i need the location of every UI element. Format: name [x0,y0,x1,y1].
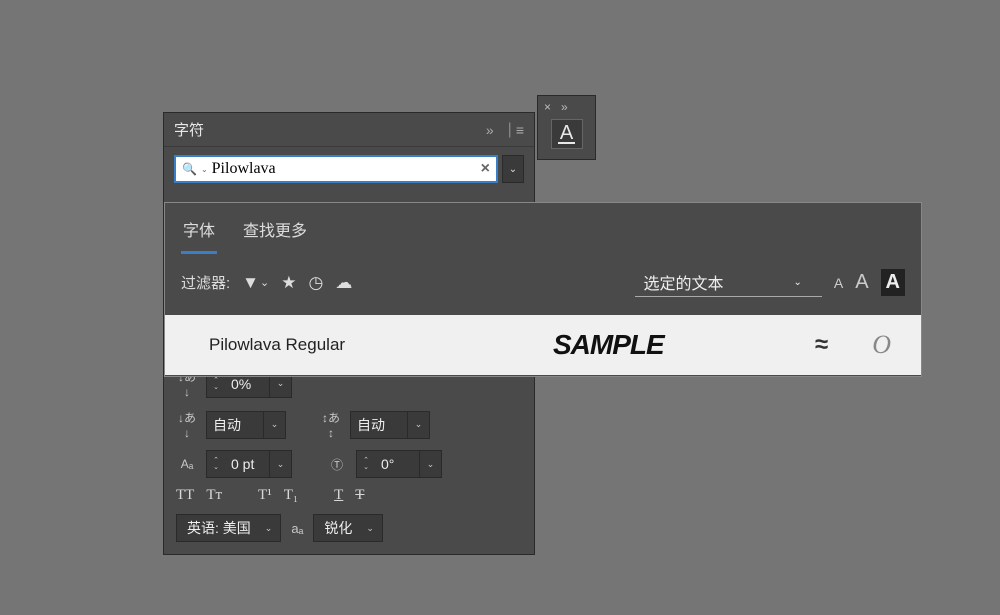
sample-text-label: 选定的文本 [643,270,723,294]
sample-size-small[interactable]: A [834,275,843,291]
font-result-item[interactable]: Pilowlava Regular SAMPLE ≈ O [165,315,921,375]
kerning-value[interactable]: 自动 [207,415,263,435]
strikethrough-button[interactable]: T [355,487,364,504]
sample-size-medium[interactable]: A [855,271,868,294]
baseline-shift-icon: Aₐ [176,457,198,471]
favorite-star-icon[interactable]: ★ [281,273,296,293]
tab-find-more[interactable]: 查找更多 [241,211,309,254]
antialias-value: 锐化 [324,518,352,538]
panel-title: 字符 [174,119,486,140]
font-result-name: Pilowlava Regular [187,335,537,355]
clear-search-icon[interactable]: × [481,160,490,178]
baseline-pt-stepper[interactable]: ⌃⌄ 0 pt ⌄ [206,450,292,478]
antialias-select[interactable]: 锐化 ⌄ [313,514,383,542]
tracking-icon: ↕あ↕ [320,409,342,440]
kerning-icon: ↓あ↓ [176,409,198,440]
text-tool-icon: A [558,124,575,144]
font-search-input[interactable] [212,160,477,178]
panel-menu-icon[interactable]: ≡ [516,122,524,138]
search-icon: 🔍 [182,162,197,176]
subscript-button[interactable]: T₁ [284,487,298,504]
baseline-pt-value[interactable]: 0 pt [225,456,269,472]
filter-funnel-icon[interactable]: ▼ [242,273,269,293]
rotation-stepper[interactable]: ⌃⌄ 0° ⌄ [356,450,442,478]
recent-clock-icon[interactable]: ◷ [308,273,323,293]
tracking-value[interactable]: 自动 [351,415,407,435]
language-select[interactable]: 英语: 美国 ⌄ [176,514,281,542]
smallcaps-button[interactable]: Tᴛ [206,487,222,504]
font-result-sample: SAMPLE [553,329,799,361]
font-dropdown-toggle[interactable]: ⌄ [502,155,524,183]
chevron-down-icon: ⌄ [265,523,273,534]
mini-panel: × » A [537,95,596,160]
antialias-icon: aₐ [291,521,303,536]
allcaps-button[interactable]: TT [176,487,194,504]
cloud-sync-icon[interactable]: ☁ [335,273,352,293]
text-tool-button[interactable]: A [551,119,583,149]
search-filter-chevron-icon[interactable]: ⌄ [201,165,208,174]
tab-fonts[interactable]: 字体 [181,211,217,254]
font-search-input-wrapper[interactable]: 🔍 ⌄ × [174,155,498,183]
underline-button[interactable]: T [334,487,343,504]
font-similar-icon[interactable]: ≈ [815,331,828,359]
baseline-pct-value[interactable]: 0% [225,376,269,392]
panel-collapse-icon[interactable]: » [486,122,494,138]
chevron-down-icon: ⌄ [509,164,517,175]
tracking-stepper[interactable]: 自动 ⌄ [350,411,430,439]
language-value: 英语: 美国 [187,518,251,538]
rotation-value[interactable]: 0° [375,456,419,472]
sample-size-large[interactable]: A [881,269,905,296]
filter-label: 过滤器: [181,272,230,293]
chevron-down-icon: ⌄ [366,523,374,534]
expand-icon[interactable]: » [561,100,568,114]
font-variant-indicator: O [872,330,891,360]
rotation-icon: Ⓣ [326,456,348,473]
sample-text-select[interactable]: 选定的文本 ⌄ [635,268,821,297]
kerning-stepper[interactable]: 自动 ⌄ [206,411,286,439]
superscript-button[interactable]: T¹ [258,487,272,504]
panel-header: 字符 » | ≡ [164,113,534,147]
chevron-down-icon: ⌄ [793,277,801,288]
close-icon[interactable]: × [544,100,551,114]
font-picker-dropdown: 字体 查找更多 过滤器: ▼ ★ ◷ ☁ 选定的文本 ⌄ A A A Pilow… [164,202,922,377]
